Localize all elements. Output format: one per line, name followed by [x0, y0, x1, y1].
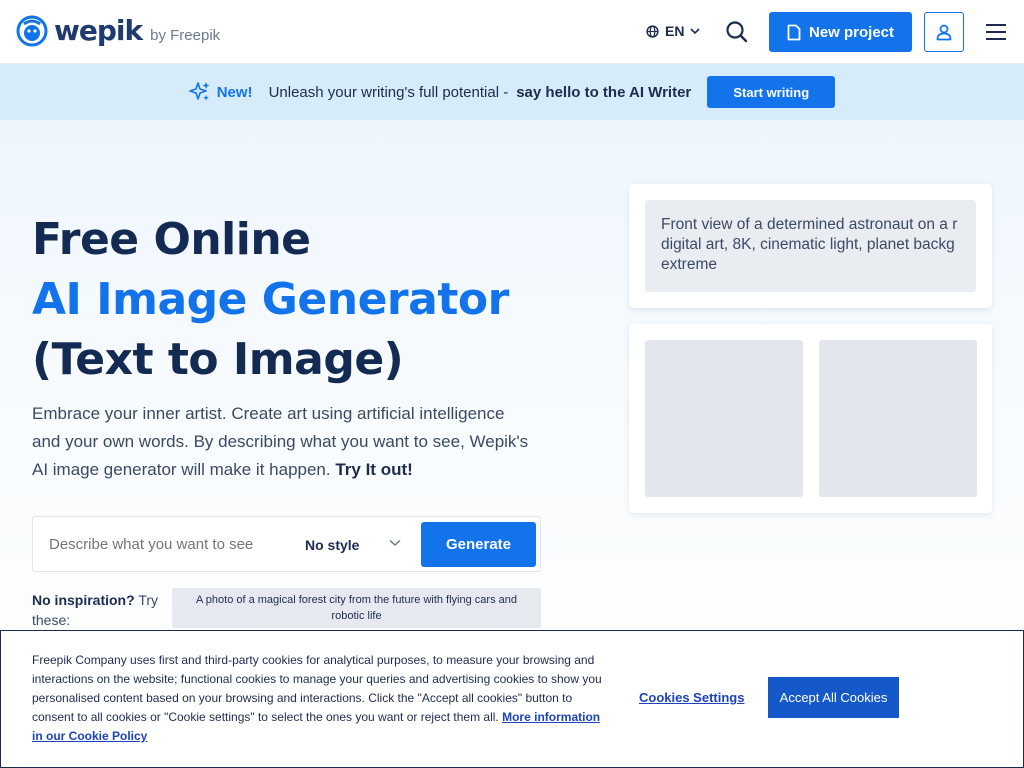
prompt-preview-line: extreme: [661, 256, 717, 273]
style-select-value[interactable]: No style: [305, 537, 359, 553]
wepik-logo[interactable]: wepik by Freepik: [16, 15, 220, 47]
logo-by-freepik: by Freepik: [150, 26, 221, 44]
site-header: wepik by Freepik EN New project: [0, 0, 1024, 64]
new-project-button[interactable]: New project: [769, 12, 912, 52]
banner-text: Unleash your writing's full potential -: [268, 83, 509, 101]
try-it-out-text: Try It out!: [335, 460, 413, 479]
generate-button[interactable]: Generate: [421, 522, 536, 567]
image-results-card: [629, 324, 992, 513]
user-account-button[interactable]: [924, 12, 964, 52]
accept-all-cookies-button[interactable]: Accept All Cookies: [768, 677, 899, 718]
prompt-preview-text: Front view of a determined astronaut on …: [645, 200, 976, 292]
cookie-consent-banner: Freepik Company uses first and third-par…: [0, 630, 1024, 768]
logo-wordmark: wepik: [54, 14, 143, 47]
new-project-label: New project: [808, 23, 895, 41]
prompt-preview-line: digital art, 8K, cinematic light, planet…: [661, 236, 955, 253]
hero-title-line2: AI Image Generator: [32, 274, 509, 325]
prompt-preview-card: Front view of a determined astronaut on …: [629, 184, 992, 308]
image-placeholder: [645, 340, 803, 497]
wepik-logo-icon: [16, 15, 48, 47]
inspiration-label-strong: No inspiration?: [32, 592, 135, 608]
chevron-down-icon: [690, 27, 701, 34]
hero-description-text: Embrace your inner artist. Create art us…: [32, 404, 529, 479]
hero-title: Free Online AI Image Generator (Text to …: [32, 210, 509, 390]
announcement-banner: New! Unleash your writing's full potenti…: [0, 64, 1024, 120]
generator-form: No style Generate: [32, 516, 541, 572]
chevron-down-icon[interactable]: [389, 539, 401, 547]
start-writing-button[interactable]: Start writing: [707, 76, 836, 108]
hero-description: Embrace your inner artist. Create art us…: [32, 400, 532, 484]
globe-icon: [646, 24, 659, 38]
hamburger-menu-icon[interactable]: [984, 22, 1008, 42]
cookie-consent-text: Freepik Company uses first and third-par…: [32, 651, 612, 746]
document-icon: [787, 24, 801, 40]
user-icon: [936, 24, 952, 41]
language-selector[interactable]: EN: [646, 23, 701, 39]
search-icon[interactable]: [724, 19, 750, 45]
cookie-settings-button[interactable]: Cookies Settings: [639, 690, 744, 705]
language-label: EN: [665, 23, 685, 39]
sparkles-icon: [188, 82, 210, 101]
prompt-preview-line: Front view of a determined astronaut on …: [661, 216, 958, 233]
inspiration-chip[interactable]: A photo of a magical forest city from th…: [172, 588, 541, 628]
inspiration-label: No inspiration? Try these:: [32, 590, 162, 630]
hero-title-line3: (Text to Image): [32, 334, 404, 385]
hero-title-line1: Free Online: [32, 214, 311, 265]
new-badge: New!: [216, 83, 253, 101]
image-placeholder: [819, 340, 977, 497]
prompt-input[interactable]: [49, 536, 279, 553]
banner-strong-text: say hello to the AI Writer: [516, 83, 692, 101]
